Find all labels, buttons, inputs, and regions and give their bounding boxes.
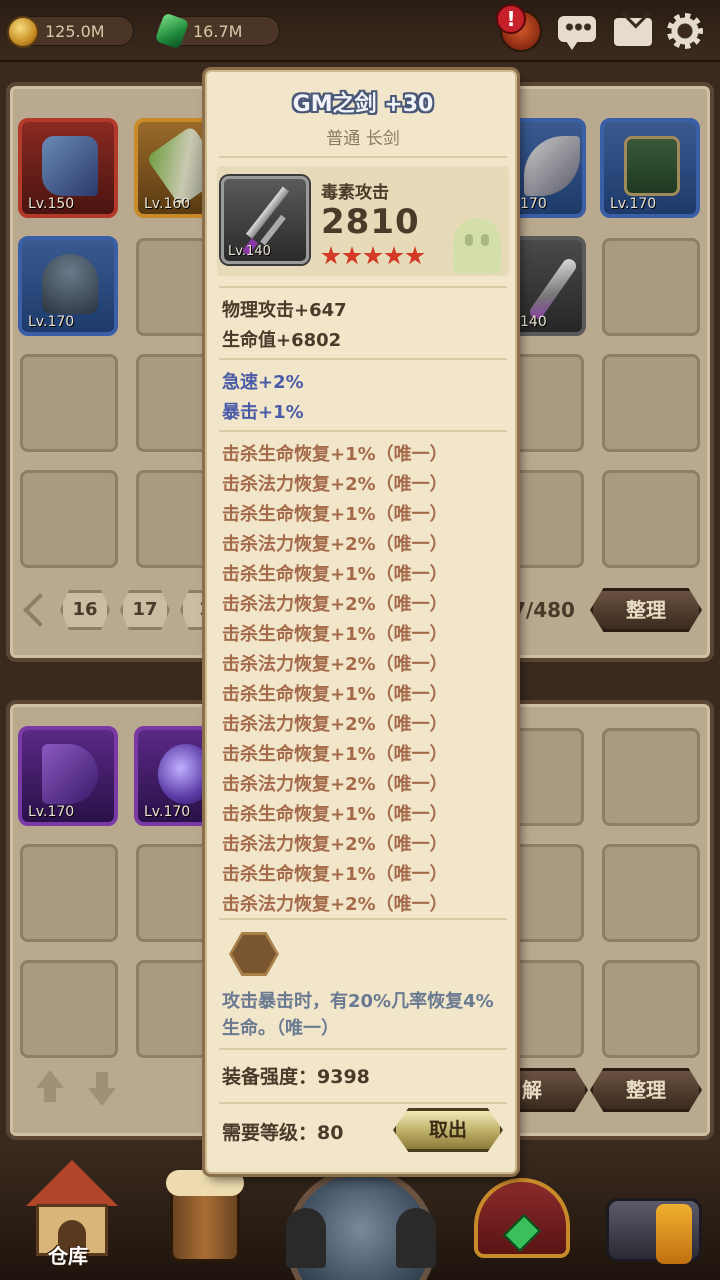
skill-description: 攻击暴击时，有20%几率恢复4%生命。（唯一）: [222, 991, 494, 1039]
boots-icon: [42, 136, 98, 196]
unique-stat: 击杀生命恢复+1%（唯一）: [222, 804, 448, 825]
empty-slot[interactable]: [20, 354, 118, 452]
page-button[interactable]: 17: [120, 590, 170, 630]
sword-icon: [527, 256, 579, 322]
item-level: Lv.150: [28, 196, 75, 212]
scroll-up-icon[interactable]: [30, 1068, 70, 1108]
nav-forge[interactable]: [586, 1148, 716, 1280]
item-subtitle: 普通 长剑: [326, 129, 400, 149]
helmet-icon: [42, 254, 98, 314]
divider: [219, 358, 507, 360]
cloak-icon: [42, 744, 98, 804]
item-level: Lv.140: [228, 244, 271, 259]
sort-button[interactable]: 整理: [590, 588, 702, 632]
unique-stat: 击杀法力恢复+2%（唯一）: [222, 534, 448, 555]
empty-slot[interactable]: [602, 470, 700, 568]
star-rating: [321, 246, 426, 266]
gem-value: 16.7M: [193, 22, 243, 41]
skill-socket-icon: [229, 932, 279, 976]
unique-stat: 击杀法力恢复+2%（唯一）: [222, 594, 448, 615]
item-level: Lv.160: [144, 196, 191, 212]
unique-stat: 击杀法力恢复+2%（唯一）: [222, 774, 448, 795]
inventory-item[interactable]: Lv.170: [600, 118, 700, 218]
nav-warehouse[interactable]: 仓库: [4, 1148, 134, 1280]
inventory-count: 7/480: [512, 598, 575, 622]
empty-slot[interactable]: [602, 844, 700, 942]
item-level: Lv.170: [610, 196, 657, 212]
item-tooltip: GM之剑 +30 普通 长剑 Lv.140 毒素攻击 2810 物理攻击+647…: [205, 70, 517, 1174]
inventory-item[interactable]: Lv.170: [18, 236, 118, 336]
star-icon: [384, 246, 404, 265]
star-icon: [363, 246, 383, 265]
empty-slot[interactable]: [20, 470, 118, 568]
base-stat: 物理攻击+647: [222, 300, 347, 321]
unique-stat: 击杀生命恢复+1%（唯一）: [222, 624, 448, 645]
divider: [219, 1048, 507, 1050]
unique-stat: 击杀生命恢复+1%（唯一）: [222, 684, 448, 705]
mail-icon[interactable]: [612, 0, 654, 52]
unique-stat: 击杀生命恢复+1%（唯一）: [222, 444, 448, 465]
gem-display: 16.7M: [154, 12, 280, 50]
effect-label: 毒素攻击: [321, 183, 389, 203]
item-level: 170: [520, 196, 547, 212]
gear-icon[interactable]: [664, 10, 706, 52]
unique-stat: 击杀法力恢复+2%（唯一）: [222, 714, 448, 735]
house-icon: [26, 1160, 118, 1206]
gold-display: 125.0M: [7, 16, 134, 48]
empty-slot[interactable]: [602, 238, 700, 336]
divider: [219, 1102, 507, 1104]
item-level: Lv.170: [28, 804, 75, 820]
star-icon: [321, 246, 341, 265]
top-bar: 125.0M 16.7M: [0, 0, 720, 62]
gold-coin-icon: [7, 16, 39, 48]
gold-value: 125.0M: [45, 22, 105, 41]
item-level: 140: [520, 314, 547, 330]
axe-icon: [524, 136, 580, 196]
divider: [219, 918, 507, 920]
divider: [219, 156, 507, 158]
warehouse-item[interactable]: Lv.170: [18, 726, 118, 826]
empty-slot[interactable]: [20, 844, 118, 942]
page-button[interactable]: 16: [60, 590, 110, 630]
empty-slot[interactable]: [20, 960, 118, 1058]
alert-icon[interactable]: [496, 4, 542, 52]
unique-stat: 击杀法力恢复+2%（唯一）: [222, 834, 448, 855]
poison-ghost-icon: [453, 218, 501, 274]
item-title: GM之剑 +30: [292, 92, 434, 117]
star-icon: [342, 246, 362, 265]
required-level: 需要等级：80: [222, 1122, 344, 1144]
bonus-stat: 急速+2%: [222, 372, 304, 393]
empty-slot[interactable]: [602, 728, 700, 826]
book-icon: [624, 136, 680, 196]
unique-stat: 击杀生命恢复+1%（唯一）: [222, 564, 448, 585]
warehouse-sort-button[interactable]: 整理: [590, 1068, 702, 1112]
unique-stat: 击杀法力恢复+2%（唯一）: [222, 654, 448, 675]
item-level: Lv.170: [28, 314, 75, 330]
empty-slot[interactable]: [602, 960, 700, 1058]
base-stat: 生命值+6802: [222, 330, 342, 351]
divider: [219, 286, 507, 288]
equipment-strength: 装备强度：9398: [222, 1066, 370, 1088]
divider: [219, 430, 507, 432]
inventory-item[interactable]: Lv.150: [18, 118, 118, 218]
unique-stat: 击杀生命恢复+1%（唯一）: [222, 504, 448, 525]
star-icon: [405, 246, 425, 265]
nav-warehouse-label: 仓库: [48, 1244, 88, 1268]
item-thumbnail: Lv.140: [221, 176, 309, 264]
item-score: 2810: [321, 202, 420, 242]
unique-stat: 击杀法力恢复+2%（唯一）: [222, 894, 448, 915]
unique-stat: 击杀法力恢复+2%（唯一）: [222, 474, 448, 495]
unique-stat: 击杀生命恢复+1%（唯一）: [222, 864, 448, 885]
chat-icon[interactable]: [556, 10, 598, 52]
item-header: Lv.140 毒素攻击 2810: [217, 166, 509, 276]
take-out-button[interactable]: 取出: [393, 1108, 503, 1152]
empty-slot[interactable]: [602, 354, 700, 452]
scroll-down-icon[interactable]: [82, 1068, 122, 1108]
unique-stat: 击杀生命恢复+1%（唯一）: [222, 744, 448, 765]
item-level: Lv.170: [144, 804, 191, 820]
bonus-stat: 暴击+1%: [222, 402, 304, 423]
gem-icon: [154, 12, 190, 50]
